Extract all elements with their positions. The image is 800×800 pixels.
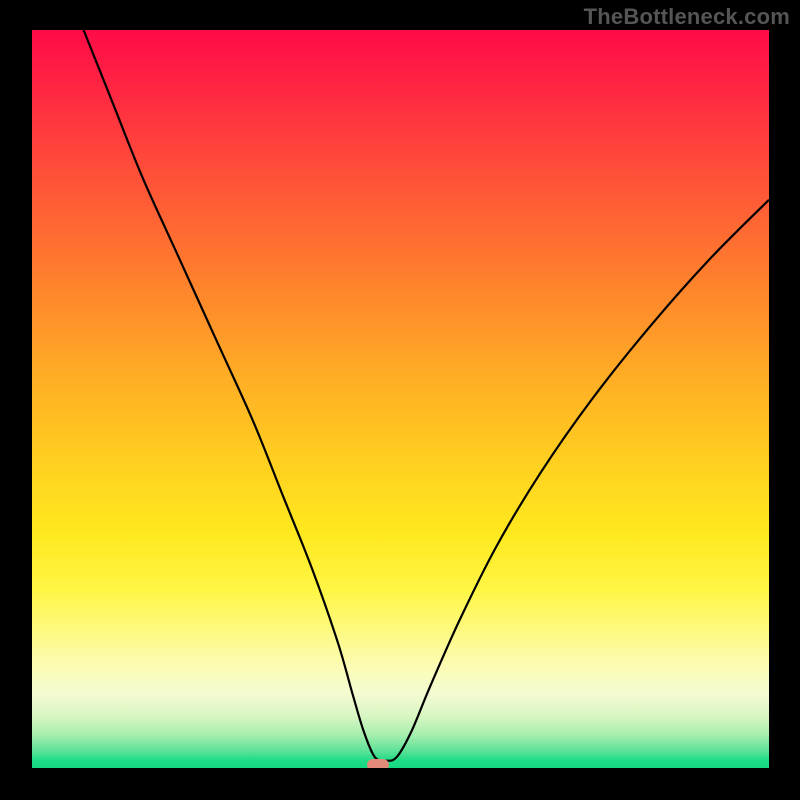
chart-frame: TheBottleneck.com [0,0,800,800]
watermark-text: TheBottleneck.com [584,4,790,30]
optimal-point-marker [367,759,389,768]
curve-svg [32,30,769,768]
bottleneck-curve [84,30,769,761]
plot-area [32,30,769,768]
